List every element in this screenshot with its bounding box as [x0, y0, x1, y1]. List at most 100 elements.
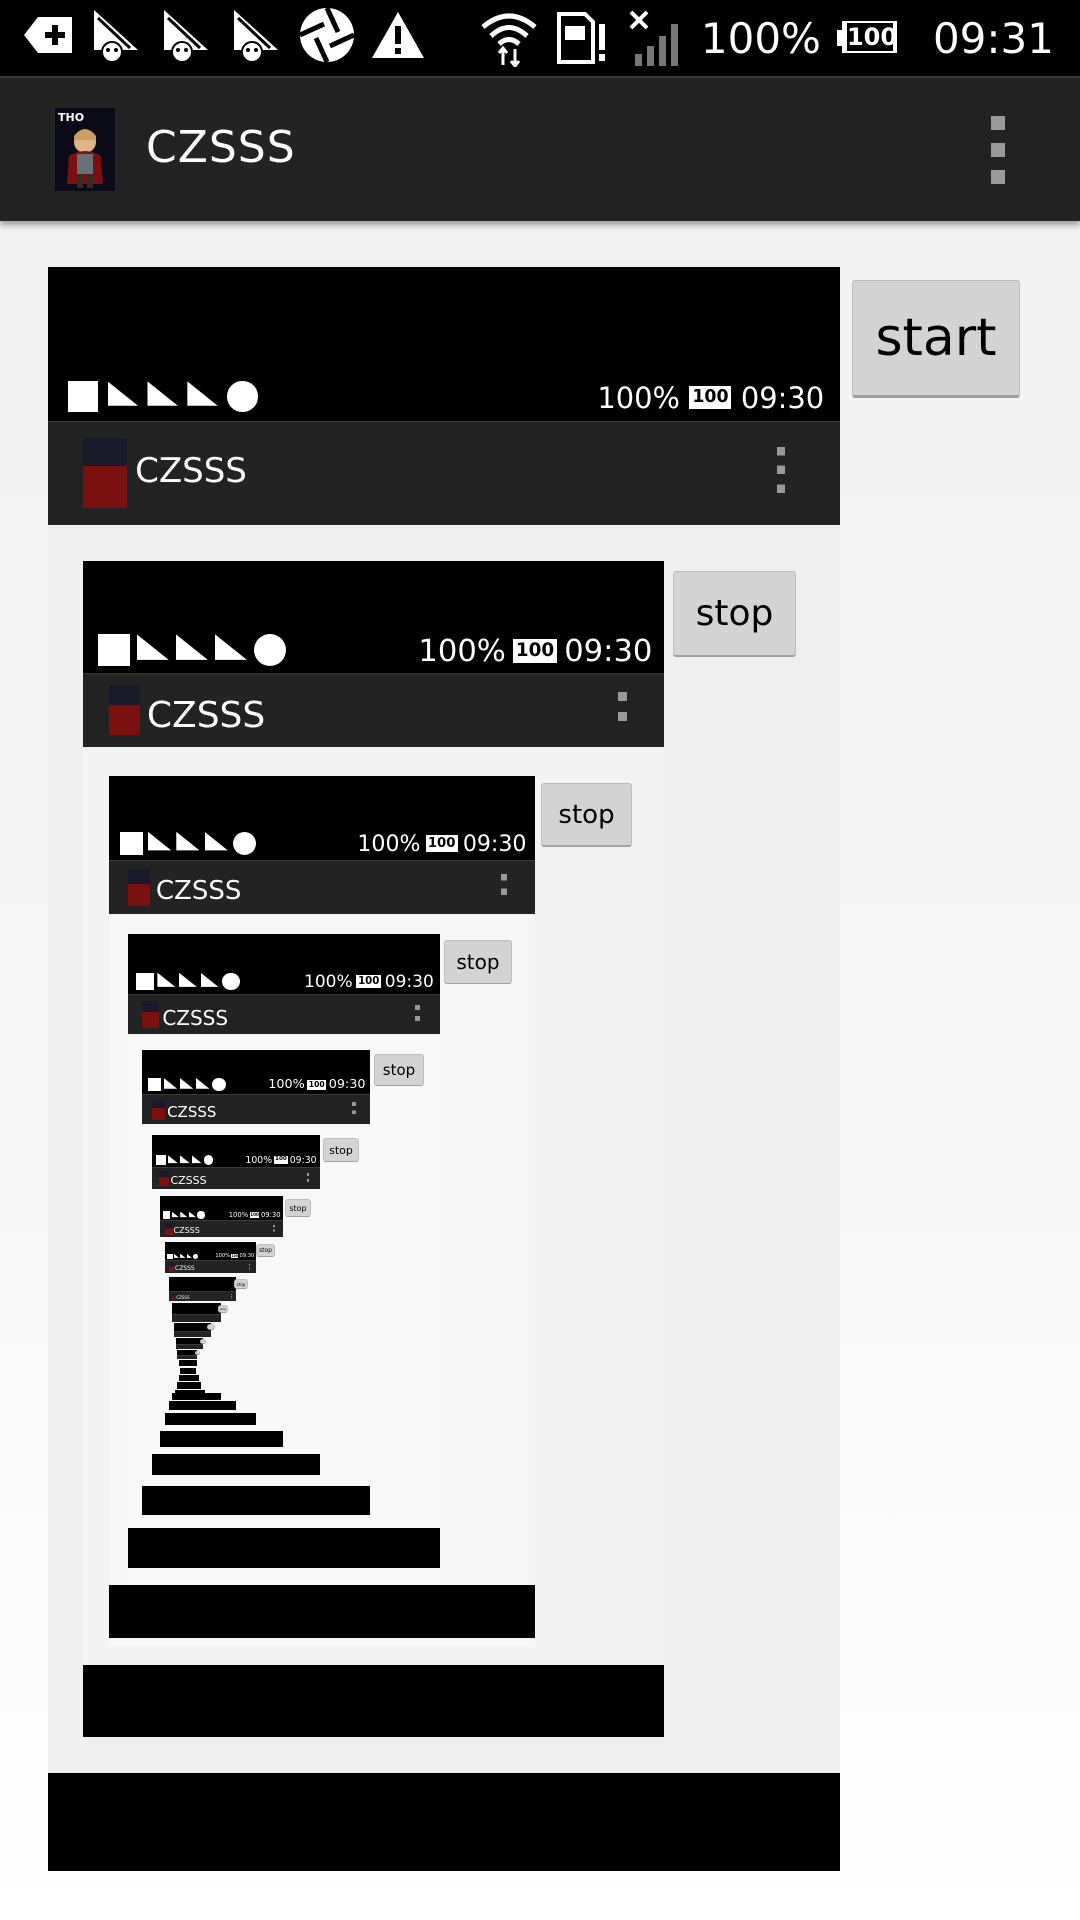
mirror-navigation-bar: [48, 1773, 840, 1871]
mirror-system-info: 100% 100 09:30: [418, 634, 652, 669]
back-arrow-icon: [135, 972, 154, 991]
shutter-icon: [197, 1211, 205, 1219]
mirror-frame: 100% 100 09:30 CZSSS: [160, 1196, 283, 1237]
shutter-icon: [232, 831, 257, 855]
app-notification-icon: [173, 1253, 180, 1258]
mirror-battery-icon: 100: [689, 386, 732, 410]
app-notification-icon: [191, 1155, 202, 1164]
mirror-status-bar: 100% 100 09:30: [152, 1153, 320, 1167]
mirror-navigation-bar: [142, 1486, 370, 1515]
mirror-frame: 100% 100 09:30 CZSSS: [165, 1242, 256, 1273]
back-arrow-icon: [22, 15, 74, 55]
shutter-icon: [222, 972, 240, 991]
app-notification-icon: [188, 1211, 196, 1218]
mirror-battery-icon: 100: [274, 1156, 288, 1164]
shutter-icon: [253, 634, 287, 667]
mirror-frame: [177, 1350, 197, 1359]
status-bar: 100% 100 09:31: [0, 0, 1080, 76]
mirror-battery-percent: 100%: [215, 1253, 230, 1260]
battery-icon: 100: [836, 21, 901, 55]
mirror-frame: 100% 100 09:30 CZSSS: [128, 934, 440, 1034]
shutter-icon: [227, 381, 258, 412]
mirror-app-logo: [141, 1001, 159, 1029]
back-arrow-icon: [167, 1253, 173, 1259]
mirror-status-bar: 100% 100 09:30: [160, 1209, 283, 1220]
app-notification-icon: [136, 634, 169, 660]
mirror-clock: 09:30: [564, 633, 653, 669]
mirror-frame: [176, 1338, 203, 1349]
mirror-app-title: CZSSS: [167, 1103, 217, 1122]
app-notification-icon: [107, 381, 138, 406]
shutter-icon: [212, 1078, 226, 1092]
mirror-overflow-menu-icon: [248, 1264, 251, 1271]
mirror-clock: 09:30: [289, 1154, 317, 1166]
mirror-app-logo: [159, 1171, 169, 1187]
mirror-system-info: 100% 100 09:30: [597, 381, 824, 415]
mirror-battery-icon: 100: [249, 1212, 260, 1218]
mirror-navigation-bar: [169, 1401, 236, 1410]
mirror-stop-button: stop: [285, 1199, 311, 1217]
mirror-frame: 100% 100 09:30 CZSSS: [142, 1050, 370, 1124]
app-notification-icon: [179, 1078, 194, 1089]
mirror-frame: 100% 100 09:30 CZSSS: [83, 561, 664, 747]
app-notification-icon: [158, 6, 214, 64]
mirror-app-logo: [165, 1223, 173, 1236]
wifi-icon: [479, 9, 539, 67]
mirror-overflow-menu-icon: [500, 873, 508, 901]
mirror-notification-icons: [135, 972, 240, 991]
mirror-battery-percent: 100%: [268, 1077, 305, 1093]
mirror-action-bar: CZSSS: [165, 1260, 256, 1273]
app-title: CZSSS: [146, 122, 296, 173]
mirror-action-bar: CZSSS: [128, 994, 440, 1034]
mirror-overflow-menu-icon: [776, 446, 786, 499]
mirror-app-title: CZSSS: [175, 1264, 195, 1272]
mirror-overflow-menu-icon: [617, 691, 627, 729]
mirror-action-bar: [176, 1344, 203, 1349]
mirror-stop-button: [195, 1351, 200, 1355]
app-notification-icon: [180, 1253, 186, 1258]
mirror-status-area: 100% 100 09:30: [142, 1050, 370, 1094]
mirror-clock: 09:30: [239, 1253, 255, 1260]
svg-text:THO: THO: [58, 111, 84, 124]
mirror-navigation-bar: [165, 1413, 256, 1425]
back-arrow-icon: [119, 831, 143, 855]
mirror-battery-percent: 100%: [228, 1211, 249, 1220]
mirror-overflow-menu-icon: [351, 1102, 356, 1118]
app-notification-icon: [147, 381, 178, 406]
mirror-frame: CZSSS: [169, 1277, 236, 1301]
app-notification-icon: [163, 1078, 178, 1089]
mirror-stop-button: stop: [323, 1138, 359, 1162]
app-notification-icon: [168, 1155, 178, 1164]
mirror-action-bar: [174, 1331, 211, 1337]
mirror-battery-icon: 100: [425, 834, 458, 853]
warning-icon: [370, 10, 426, 60]
mirror-status-area: 100% 100 09:30: [165, 1242, 256, 1260]
start-button[interactable]: start: [852, 280, 1020, 398]
mirror-notification-icons: [97, 634, 287, 667]
mirror-clock: 09:30: [260, 1211, 281, 1220]
shutter-icon: [192, 1253, 199, 1259]
mirror-app-logo: [152, 1099, 165, 1120]
mirror-stop-button: stop: [234, 1279, 248, 1289]
mirror-action-bar: CZSSS: [109, 860, 535, 914]
no-signal-icon: [627, 8, 685, 68]
mirror-action-bar: [177, 1355, 197, 1359]
mirror-battery-percent: 100%: [357, 830, 421, 857]
mirror-status-bar: 100% 100 09:30: [109, 822, 535, 860]
mirror-frame: 100% 100 09:30 CZSSS: [109, 776, 535, 914]
overflow-menu-icon[interactable]: [990, 116, 1006, 184]
back-arrow-icon: [147, 1078, 162, 1092]
mirror-recursion-bar: [177, 1382, 201, 1389]
mirror-app-title: CZSSS: [162, 1006, 229, 1031]
mirror-status-area: 100% 100 09:30: [128, 934, 440, 994]
mirror-overflow-menu-icon: [273, 1225, 276, 1234]
app-notification-icon: [196, 1078, 210, 1089]
mirror-notification-icons: [156, 1155, 214, 1166]
mirror-overflow-menu-icon: [415, 1004, 421, 1025]
mirror-frame: 100% 100 09:30 CZSSS: [152, 1135, 320, 1189]
mirror-notification-icons: [163, 1211, 205, 1219]
back-arrow-icon: [97, 634, 130, 667]
mirror-system-info: 100% 100 09:30: [304, 972, 434, 992]
app-notification-icon: [180, 1211, 188, 1218]
mirror-app-title: CZSSS: [146, 694, 266, 736]
